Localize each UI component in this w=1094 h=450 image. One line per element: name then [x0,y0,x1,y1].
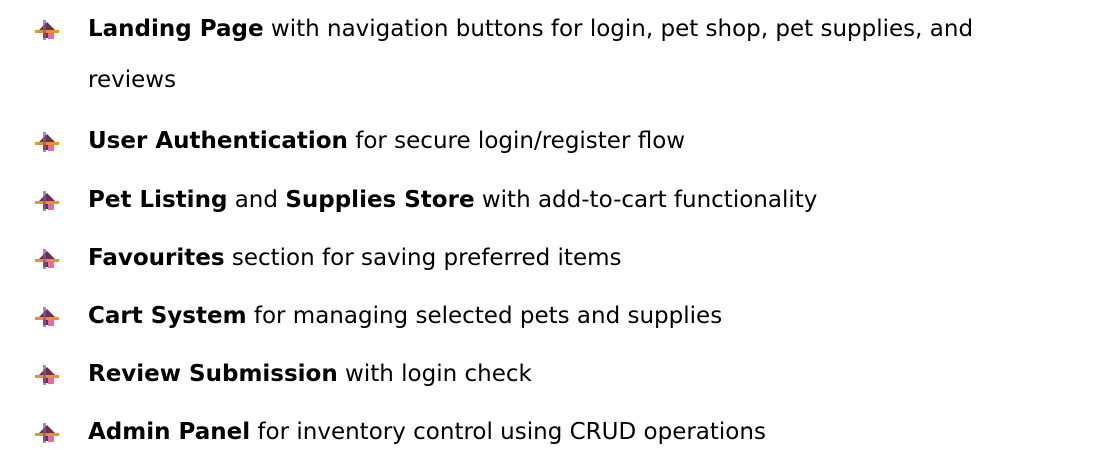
arrow-bullet-icon [34,419,60,445]
feature-title: Cart System [88,303,247,329]
feature-description: for secure login/register flow [347,128,686,154]
feature-title: Review Submission [88,361,338,387]
feature-connector: and [227,187,286,213]
feature-item-review-submission: Review Submission with login check [0,361,1094,387]
feature-description: section for saving preferred items [224,245,622,271]
feature-title: Landing Page [88,16,264,42]
arrow-bullet-icon [34,128,60,154]
feature-title: Admin Panel [88,419,251,445]
feature-title: User Authentication [88,128,348,154]
arrow-bullet-icon [34,16,60,42]
feature-description-continued: reviews [88,67,177,93]
feature-item-pet-listing: Pet Listing and Supplies Store with add-… [0,187,1094,213]
feature-description: for managing selected pets and supplies [246,303,723,329]
feature-description: for inventory control using CRUD operati… [250,419,766,445]
arrow-bullet-icon [34,245,60,271]
feature-description: with login check [337,361,532,387]
arrow-bullet-icon [34,187,60,213]
feature-title: Pet Listing [88,187,228,213]
feature-item-landing-page: Landing Page with navigation buttons for… [0,16,1094,93]
feature-title-secondary: Supplies Store [285,187,475,213]
feature-description: with add-to-cart functionality [474,187,818,213]
arrow-bullet-icon [34,361,60,387]
feature-item-cart-system: Cart System for managing selected pets a… [0,303,1094,329]
feature-item-admin-panel: Admin Panel for inventory control using … [0,419,1094,445]
feature-description: with navigation buttons for login, pet s… [263,16,974,42]
arrow-bullet-icon [34,303,60,329]
feature-item-favourites: Favourites section for saving preferred … [0,245,1094,271]
feature-item-user-authentication: User Authentication for secure login/reg… [0,128,1094,154]
feature-title: Favourites [88,245,225,271]
